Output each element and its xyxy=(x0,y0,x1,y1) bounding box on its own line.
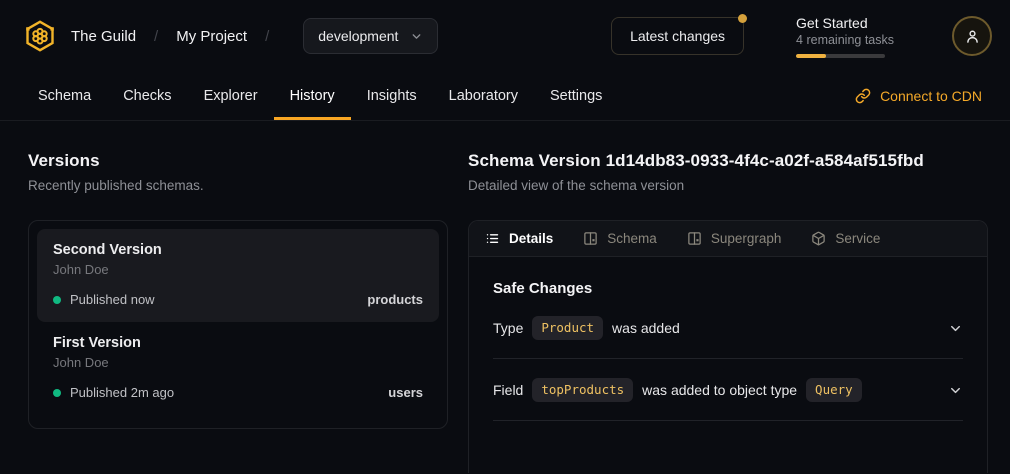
version-title: First Version xyxy=(53,335,423,351)
main-nav: Schema Checks Explorer History Insights … xyxy=(0,72,1010,121)
latest-changes-button[interactable]: Latest changes xyxy=(611,17,744,55)
versions-column: Versions Recently published schemas. Sec… xyxy=(28,151,448,473)
target-select-value: development xyxy=(318,28,398,44)
versions-list: Second Version John Doe Published now pr… xyxy=(28,220,448,429)
chevron-down-icon[interactable] xyxy=(948,383,963,398)
schema-version-column: Schema Version 1d14db83-0933-4f4c-a02f-a… xyxy=(468,151,988,473)
latest-changes-label: Latest changes xyxy=(630,28,725,44)
notification-dot-icon xyxy=(738,14,747,23)
tab-laboratory[interactable]: Laboratory xyxy=(433,72,534,120)
columns-icon xyxy=(687,231,702,246)
get-started-widget[interactable]: Get Started 4 remaining tasks xyxy=(796,15,894,58)
tab-settings[interactable]: Settings xyxy=(534,72,618,120)
version-list-item[interactable]: Second Version John Doe Published now pr… xyxy=(37,229,439,322)
chevron-down-icon xyxy=(410,30,423,43)
version-status: Published 2m ago xyxy=(70,385,174,400)
columns-icon xyxy=(583,231,598,246)
tab-schema[interactable]: Schema xyxy=(22,72,107,120)
change-middle: was added xyxy=(612,320,680,336)
green-dot-icon xyxy=(53,389,61,397)
progress-fill xyxy=(796,54,826,58)
version-list-item[interactable]: First Version John Doe Published 2m ago … xyxy=(37,322,439,415)
schema-version-subtitle: Detailed view of the schema version xyxy=(468,178,988,193)
change-row[interactable]: Type Product was added xyxy=(493,297,963,359)
version-service-name: products xyxy=(367,292,423,307)
detail-tab-label: Service xyxy=(835,231,880,246)
app-header: The Guild / My Project / development Lat… xyxy=(0,0,1010,72)
tab-explorer[interactable]: Explorer xyxy=(188,72,274,120)
tab-history[interactable]: History xyxy=(274,72,351,120)
user-avatar-button[interactable] xyxy=(952,16,992,56)
detail-tab-schema[interactable]: Schema xyxy=(583,231,657,246)
version-author: John Doe xyxy=(53,262,423,277)
detail-tab-service[interactable]: Service xyxy=(811,231,880,246)
connect-cdn-label: Connect to CDN xyxy=(880,88,982,104)
schema-version-detail-panel: Details Schema Sup xyxy=(468,220,988,473)
detail-tab-bar: Details Schema Sup xyxy=(469,221,987,257)
versions-title: Versions xyxy=(28,151,448,171)
main-content: Versions Recently published schemas. Sec… xyxy=(0,121,1010,473)
chevron-down-icon[interactable] xyxy=(948,321,963,336)
breadcrumb-org[interactable]: The Guild xyxy=(71,28,136,45)
breadcrumb-separator: / xyxy=(265,28,269,45)
link-icon xyxy=(855,88,871,104)
detail-tab-label: Schema xyxy=(607,231,657,246)
version-author: John Doe xyxy=(53,355,423,370)
version-meta-row: Published 2m ago users xyxy=(53,385,423,400)
detail-tab-details[interactable]: Details xyxy=(485,231,553,246)
versions-subtitle: Recently published schemas. xyxy=(28,178,448,193)
version-meta-row: Published now products xyxy=(53,292,423,307)
schema-version-title: Schema Version 1d14db83-0933-4f4c-a02f-a… xyxy=(468,151,988,171)
detail-tab-label: Details xyxy=(509,231,553,246)
tab-insights[interactable]: Insights xyxy=(351,72,433,120)
detail-content: Safe Changes Type Product was added Fiel… xyxy=(469,280,987,421)
list-icon xyxy=(485,231,500,246)
version-title: Second Version xyxy=(53,242,423,258)
guild-honeycomb-icon[interactable] xyxy=(22,18,58,54)
version-status: Published now xyxy=(70,292,155,307)
detail-tab-supergraph[interactable]: Supergraph xyxy=(687,231,782,246)
tab-checks[interactable]: Checks xyxy=(107,72,187,120)
user-icon xyxy=(964,28,981,45)
change-code-chip: topProducts xyxy=(532,378,633,402)
change-middle: was added to object type xyxy=(642,382,797,398)
target-select[interactable]: development xyxy=(303,18,438,54)
change-code-chip: Product xyxy=(532,316,603,340)
breadcrumb-separator: / xyxy=(154,28,158,45)
connect-cdn-link[interactable]: Connect to CDN xyxy=(855,72,982,120)
get-started-title: Get Started xyxy=(796,15,894,31)
change-row[interactable]: Field topProducts was added to object ty… xyxy=(493,359,963,421)
safe-changes-heading: Safe Changes xyxy=(493,280,963,297)
get-started-progressbar xyxy=(796,54,885,58)
change-code-chip: Query xyxy=(806,378,862,402)
get-started-subtitle: 4 remaining tasks xyxy=(796,33,894,47)
change-prefix: Type xyxy=(493,320,523,336)
detail-tab-label: Supergraph xyxy=(711,231,782,246)
cube-icon xyxy=(811,231,826,246)
version-service-name: users xyxy=(388,385,423,400)
change-prefix: Field xyxy=(493,382,523,398)
green-dot-icon xyxy=(53,296,61,304)
breadcrumb-project[interactable]: My Project xyxy=(176,28,247,45)
